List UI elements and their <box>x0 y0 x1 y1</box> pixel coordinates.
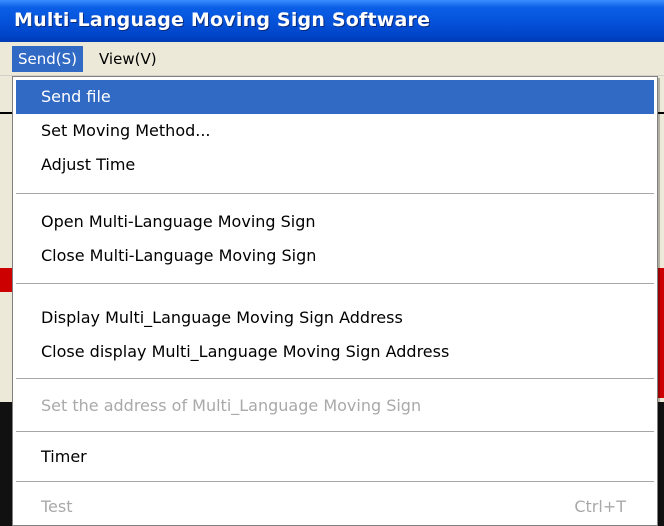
menu-item-send-file[interactable]: Send file <box>16 80 654 114</box>
menu-bar: Send(S) View(V) <box>0 42 664 76</box>
send-menu-dropdown: Send file Set Moving Method... Adjust Ti… <box>12 76 658 526</box>
window-title: Multi-Language Moving Sign Software <box>14 9 431 31</box>
underlying-edge-left-dark <box>0 402 12 526</box>
menu-separator <box>16 431 654 433</box>
menu-separator <box>16 481 654 483</box>
menu-item-adjust-time[interactable]: Adjust Time <box>16 148 654 182</box>
underlying-edge-left <box>0 112 12 114</box>
menu-item-open-sign[interactable]: Open Multi-Language Moving Sign <box>16 205 654 239</box>
menu-item-timer[interactable]: Timer <box>16 440 654 474</box>
menu-item-display-address[interactable]: Display Multi_Language Moving Sign Addre… <box>16 301 654 335</box>
menu-send[interactable]: Send(S) <box>12 46 84 72</box>
menu-item-test-shortcut: Ctrl+T <box>574 497 626 516</box>
menu-separator <box>16 193 654 195</box>
menu-item-close-display-address[interactable]: Close display Multi_Language Moving Sign… <box>16 335 654 369</box>
title-bar: Multi-Language Moving Sign Software <box>0 0 664 42</box>
menu-item-set-moving-method[interactable]: Set Moving Method... <box>16 114 654 148</box>
menu-item-close-sign[interactable]: Close Multi-Language Moving Sign <box>16 239 654 273</box>
menu-item-test-label: Test <box>41 497 73 516</box>
menu-item-test: Test Ctrl+T <box>16 490 654 524</box>
menu-item-set-address: Set the address of Multi_Language Moving… <box>41 396 422 415</box>
underlying-edge-left-red <box>0 268 12 292</box>
menu-separator <box>16 283 654 285</box>
menu-view[interactable]: View(V) <box>93 46 163 72</box>
menu-separator <box>16 378 654 380</box>
